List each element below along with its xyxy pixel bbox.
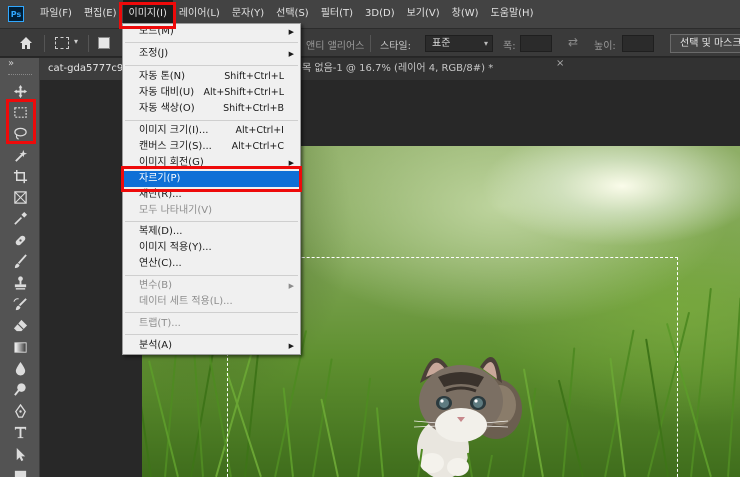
width-label: 폭: [503,41,516,52]
menu-item-apply-data-set: 데이터 세트 적용(L)... [139,296,233,307]
marquee-preset-icon[interactable] [55,37,69,49]
tab-cat-image[interactable]: cat-gda5777c9c_ [40,58,122,80]
antialias-label[interactable]: 앤티 앨리어스 [306,37,364,52]
menu-item-auto-color[interactable]: 자동 색상(O) Shift+Ctrl+B [123,101,300,117]
menu-file[interactable]: 파일(F) [34,0,78,28]
blur-tool-icon[interactable] [10,359,30,377]
highlight-crop-item [121,166,302,192]
chevron-down-icon: ▾ [483,39,488,48]
menu-filter[interactable]: 필터(T) [315,0,359,28]
select-mask-button[interactable]: 선택 및 마스크... [670,34,740,53]
frame-tool-icon[interactable] [10,188,30,206]
clone-stamp-tool-icon[interactable] [10,273,30,291]
options-divider [44,35,45,52]
menu-help[interactable]: 도움말(H) [485,0,540,28]
rectangle-tool-icon[interactable] [10,466,30,477]
menu-item-apply-image[interactable]: 이미지 적용(Y)... [123,240,300,256]
crop-tool-icon[interactable] [10,167,30,185]
menu-divider [125,334,298,335]
options-divider [88,35,89,52]
options-divider [370,35,371,52]
tab-untitled[interactable]: 목 없음-1 @ 16.7% (레이어 4, RGB/8#) * [302,58,562,80]
menu-item-calculations[interactable]: 연산(C)... [123,256,300,272]
brush-tool-icon[interactable] [10,252,30,270]
eraser-tool-icon[interactable] [10,316,30,334]
healing-brush-tool-icon[interactable] [10,231,30,249]
menu-edit[interactable]: 편집(E) [78,0,123,28]
menu-item-reveal-all: 모두 나타내기(V) [139,205,213,216]
menu-item-trap: 트랩(T)... [139,318,181,329]
type-tool-icon[interactable] [10,423,30,441]
path-selection-tool-icon[interactable] [10,445,30,463]
width-field[interactable] [520,35,552,52]
menu-divider [125,65,298,66]
swap-icon[interactable]: ⇄ [568,35,578,49]
menu-bar: Ps 파일(F) 편집(E) 이미지(I) 레이어(L) 문자(Y) 선택(S)… [0,0,740,28]
gradient-tool-icon[interactable] [10,338,30,356]
style-label: 스타일: [380,41,411,52]
menu-item-image-size[interactable]: 이미지 크기(I)... Alt+Ctrl+I [123,123,300,139]
menu-item-analysis[interactable]: 분석(A) ▶ [123,338,300,354]
menu-divider [125,275,298,276]
menu-divider [125,312,298,313]
home-icon[interactable] [18,35,34,51]
height-field[interactable] [622,35,654,52]
highlight-image-menu [119,2,176,29]
menu-item-auto-tone[interactable]: 자동 톤(N) Shift+Ctrl+L [123,69,300,85]
history-brush-tool-icon[interactable] [10,295,30,313]
menu-divider [125,120,298,121]
menu-view[interactable]: 보기(V) [401,0,446,28]
options-bar: ▾ 앤티 앨리어스 스타일: 표준 ▾ 폭: ⇄ 높이: 선택 및 마스크... [0,28,740,57]
menu-window[interactable]: 창(W) [446,0,485,28]
menu-item-adjustments[interactable]: 조정(J) ▶ [123,46,300,62]
style-value: 표준 [432,38,451,49]
eyedropper-tool-icon[interactable] [10,209,30,227]
menu-divider [125,221,298,222]
menu-item-auto-contrast[interactable]: 자동 대비(U) Alt+Shift+Ctrl+L [123,85,300,101]
highlight-marquee-tools [6,99,36,144]
quick-selection-tool-icon[interactable] [10,146,30,164]
pen-tool-icon[interactable] [10,402,30,420]
collapse-panel-icon[interactable]: » [8,58,14,69]
new-selection-icon[interactable] [98,37,110,49]
menu-item-duplicate[interactable]: 복제(D)... [123,224,300,240]
menu-item-variables: 변수(B) ▶ [123,278,300,294]
height-label: 높이: [594,41,616,52]
photoshop-logo: Ps [8,6,24,22]
submenu-arrow-icon: ▶ [288,282,294,290]
menu-item-canvas-size[interactable]: 캔버스 크기(S)... Alt+Ctrl+C [123,139,300,155]
panel-grip[interactable] [8,74,32,77]
menu-divider [125,42,298,43]
photoshop-window: Ps 파일(F) 편집(E) 이미지(I) 레이어(L) 문자(Y) 선택(S)… [0,0,740,477]
style-select[interactable]: 표준 ▾ [425,35,493,52]
submenu-arrow-icon: ▶ [288,50,294,58]
chevron-down-icon[interactable]: ▾ [74,37,78,46]
menu-3d[interactable]: 3D(D) [359,0,401,28]
submenu-arrow-icon: ▶ [288,28,294,36]
move-tool-icon[interactable] [10,82,30,100]
submenu-arrow-icon: ▶ [288,342,294,350]
dodge-tool-icon[interactable] [10,380,30,398]
close-icon[interactable]: × [556,58,564,69]
